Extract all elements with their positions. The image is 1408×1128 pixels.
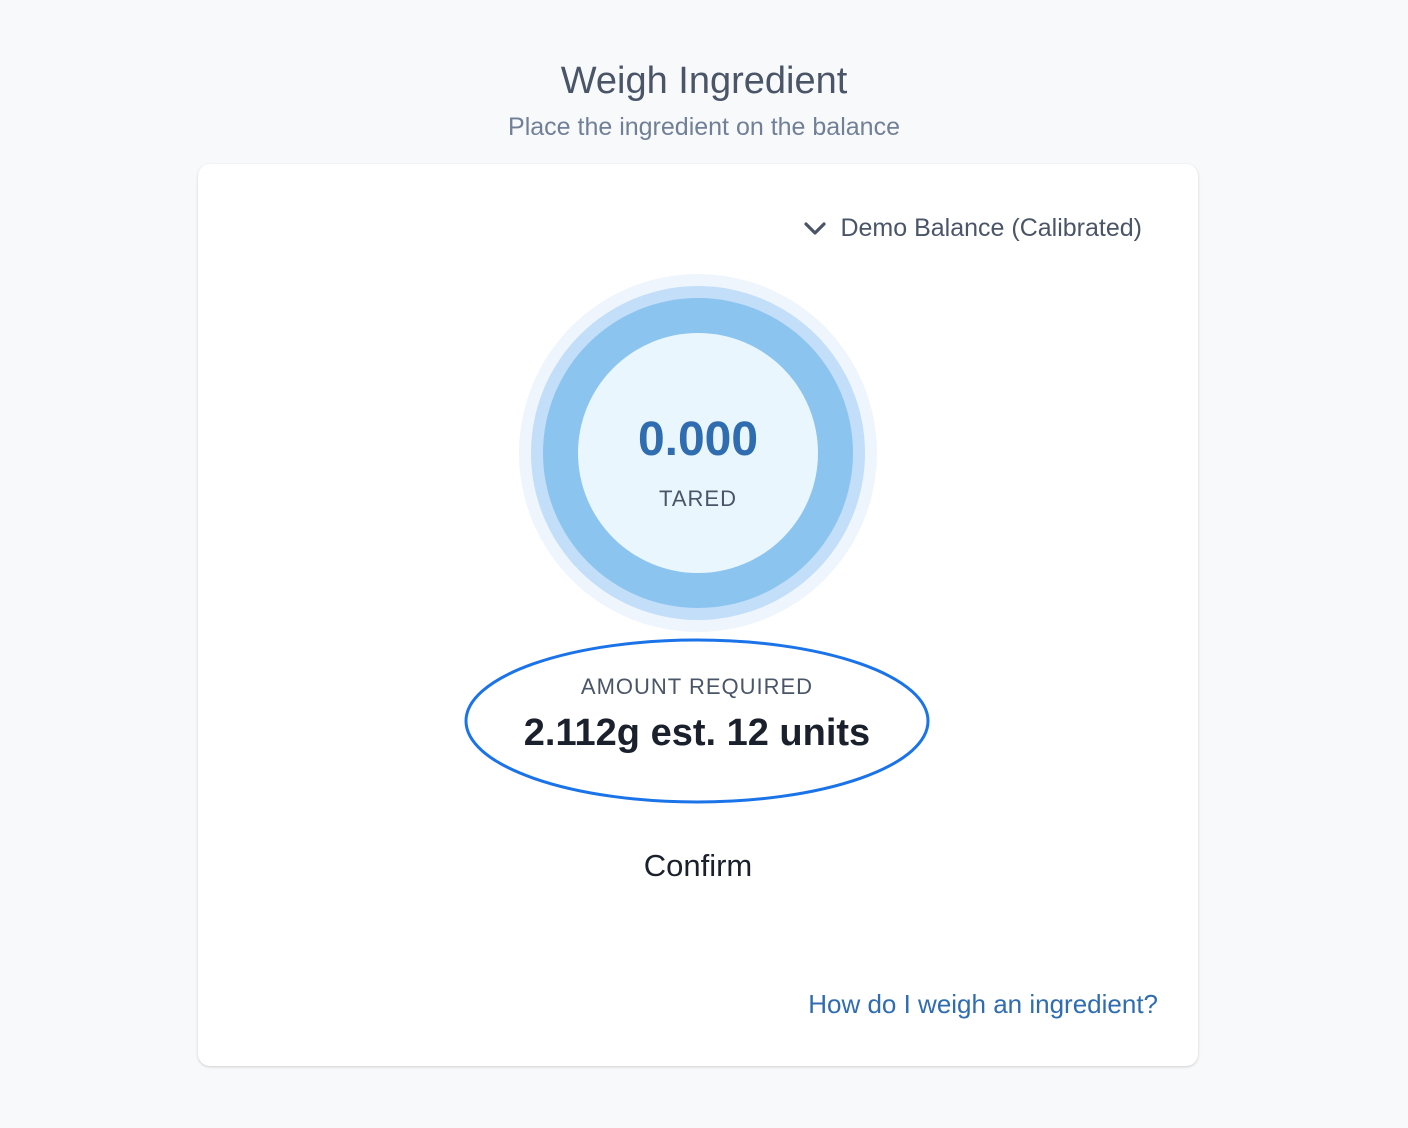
page-title: Weigh Ingredient (560, 60, 848, 102)
help-link[interactable]: How do I weigh an ingredient? (808, 986, 1158, 1022)
confirm-button[interactable]: Confirm (598, 840, 798, 892)
balance-selector[interactable]: Demo Balance (Calibrated) (802, 214, 1142, 243)
page-subtitle: Place the ingredient on the balance (508, 113, 900, 141)
weigh-card: Demo Balance (Calibrated) 0.000 TARED AM… (198, 164, 1198, 1066)
amount-required-value: 2.112g est. 12 units (523, 712, 871, 754)
tare-status: TARED (659, 486, 737, 511)
chevron-down-icon (802, 216, 828, 242)
balance-selector-label: Demo Balance (Calibrated) (840, 214, 1142, 242)
weight-reading: 0.000 (637, 413, 759, 466)
amount-required-label: AMOUNT REQUIRED (580, 674, 814, 699)
weight-gauge: 0.000 TARED (519, 274, 877, 632)
amount-required: AMOUNT REQUIRED 2.112g est. 12 units (464, 638, 930, 804)
